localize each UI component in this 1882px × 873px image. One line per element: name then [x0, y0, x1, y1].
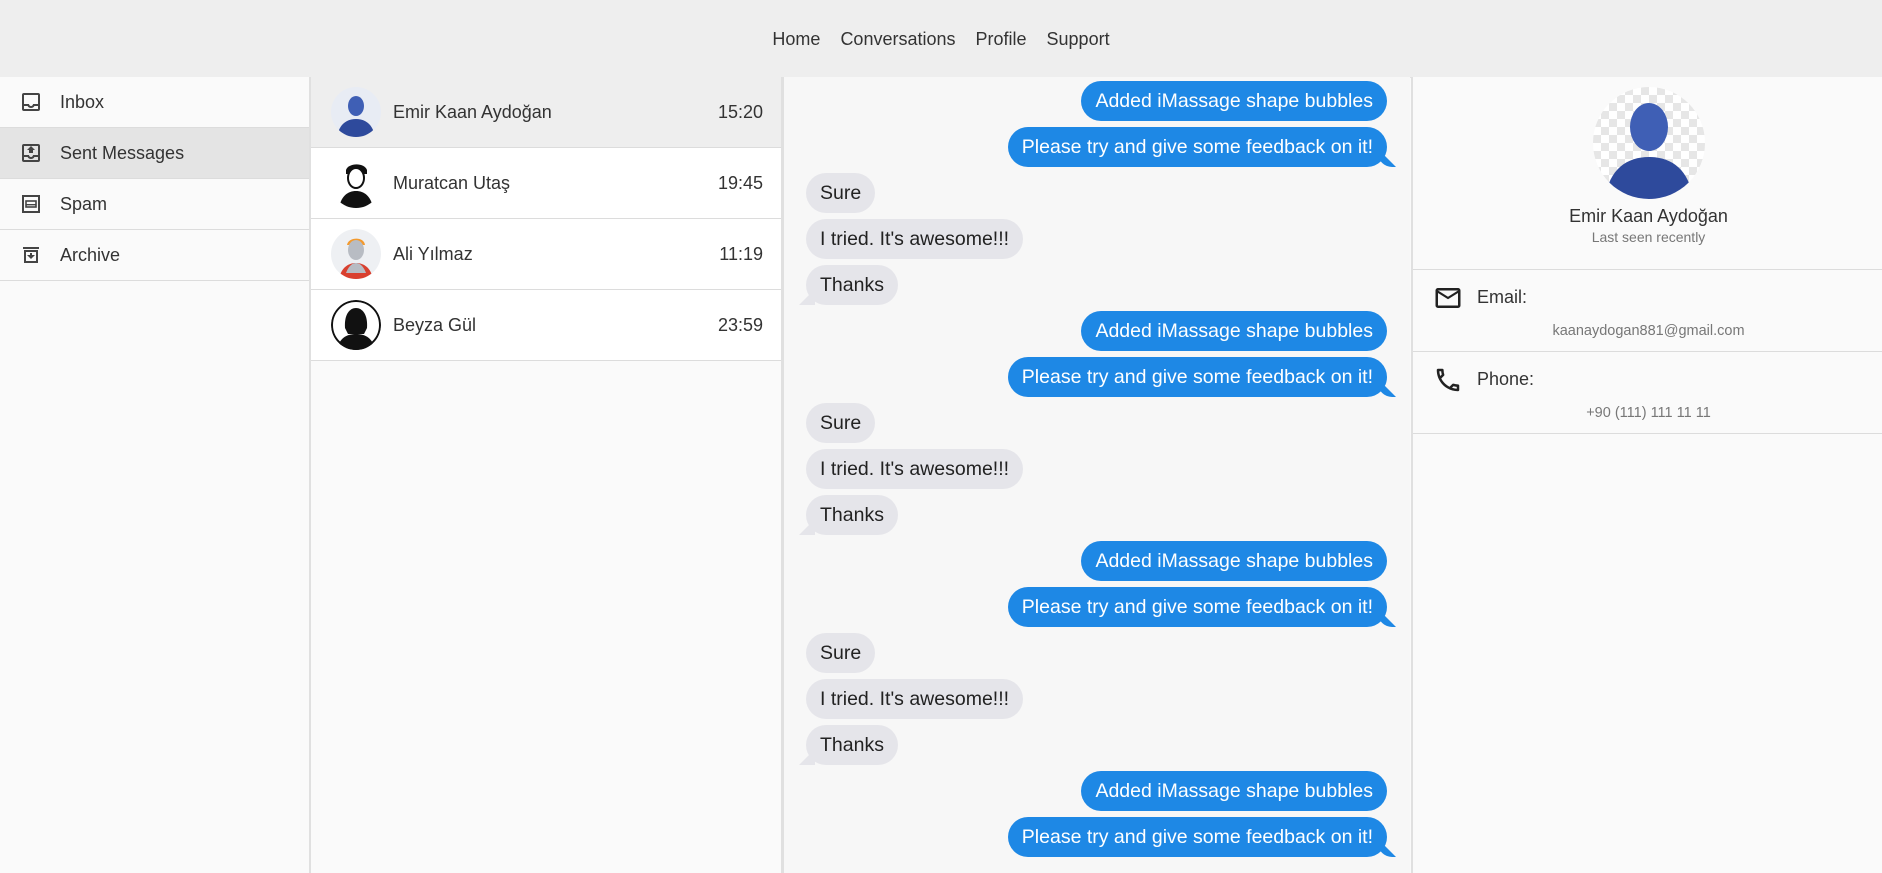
outgoing-message-bubble[interactable]: Please try and give some feedback on it!: [1007, 587, 1387, 627]
phone-icon: [1433, 365, 1463, 395]
mail-icon: [1433, 283, 1463, 313]
avatar-blue-icon: [331, 87, 381, 137]
conversation-name: Beyza Gül: [393, 314, 477, 335]
conversation-name: Ali Yılmaz: [393, 243, 473, 264]
conversation-list: Emir Kaan Aydoğan 15:20 Muratcan Utaş 19…: [311, 77, 784, 873]
incoming-message-bubble[interactable]: Thanks: [806, 495, 898, 535]
sidebar-item-archive[interactable]: Archive: [0, 230, 309, 281]
top-navigation-bar: Home Conversations Profile Support: [0, 0, 1882, 78]
main-nav: Home Conversations Profile Support: [772, 29, 1109, 50]
contact-details-panel: Emir Kaan Aydoğan Last seen recently Ema…: [1411, 77, 1882, 873]
contact-name: Emir Kaan Aydoğan: [1569, 206, 1728, 226]
incoming-message-bubble[interactable]: Thanks: [806, 725, 898, 765]
conversation-item-emir[interactable]: Emir Kaan Aydoğan 15:20: [311, 77, 781, 148]
spam-icon: [18, 191, 44, 217]
outgoing-message-bubble[interactable]: Added iMassage shape bubbles: [1081, 81, 1387, 121]
incoming-message-bubble[interactable]: I tried. It's awesome!!!: [806, 449, 1024, 489]
nav-profile-link[interactable]: Profile: [976, 29, 1027, 50]
outgoing-message-bubble[interactable]: Added iMassage shape bubbles: [1081, 311, 1387, 351]
sidebar-item-inbox[interactable]: Inbox: [0, 77, 309, 128]
avatar-woman-silhouette-icon: [331, 300, 381, 350]
chat-panel[interactable]: Added iMassage shape bubbles Please try a…: [784, 77, 1410, 873]
incoming-message-bubble[interactable]: Sure: [806, 403, 876, 443]
sidebar-item-label: Sent Messages: [60, 142, 185, 163]
incoming-message-bubble[interactable]: I tried. It's awesome!!!: [806, 219, 1024, 259]
conversation-item-beyza[interactable]: Beyza Gül 23:59: [311, 290, 781, 361]
phone-section: Phone: +90 (111) 111 11 11: [1413, 352, 1882, 434]
phone-label: Phone:: [1477, 369, 1535, 389]
avatar: [1592, 87, 1705, 199]
outgoing-message-bubble[interactable]: Please try and give some feedback on it!: [1007, 127, 1387, 167]
nav-support-link[interactable]: Support: [1047, 29, 1110, 50]
phone-value[interactable]: +90 (111) 111 11 11: [1413, 405, 1882, 421]
archive-icon: [18, 242, 44, 268]
conversation-time: 19:45: [717, 172, 763, 193]
inbox-icon: [18, 89, 44, 115]
sidebar-item-label: Spam: [60, 193, 108, 214]
outgoing-message-bubble[interactable]: Added iMassage shape bubbles: [1081, 541, 1387, 581]
conversation-time: 15:20: [717, 101, 763, 122]
contact-profile-header: Emir Kaan Aydoğan Last seen recently: [1413, 87, 1882, 270]
avatar-orange-hair-icon: [331, 229, 381, 279]
outgoing-message-bubble[interactable]: Added iMassage shape bubbles: [1081, 771, 1387, 811]
outgoing-message-bubble[interactable]: Please try and give some feedback on it!: [1007, 817, 1387, 857]
sidebar-item-sent-messages[interactable]: Sent Messages: [0, 128, 309, 179]
mailbox-sidebar: Inbox Sent Messages Spam Archive: [0, 77, 311, 873]
message-thread: Added iMassage shape bubbles Please try a…: [784, 77, 1410, 863]
outgoing-message-bubble[interactable]: Please try and give some feedback on it!: [1007, 357, 1387, 397]
incoming-message-bubble[interactable]: Sure: [806, 173, 876, 213]
incoming-message-bubble[interactable]: I tried. It's awesome!!!: [806, 679, 1024, 719]
email-value[interactable]: kaanaydogan881@gmail.com: [1413, 323, 1882, 339]
conversation-time: 23:59: [717, 314, 763, 335]
incoming-message-bubble[interactable]: Sure: [806, 633, 876, 673]
avatar-man-outline-icon: [331, 158, 381, 208]
outbox-icon: [18, 140, 44, 166]
nav-conversations-link[interactable]: Conversations: [840, 29, 955, 50]
conversation-name: Muratcan Utaş: [393, 172, 511, 193]
conversation-item-ali[interactable]: Ali Yılmaz 11:19: [311, 219, 781, 290]
email-section: Email: kaanaydogan881@gmail.com: [1413, 270, 1882, 352]
incoming-message-bubble[interactable]: Thanks: [806, 265, 898, 305]
conversation-time: 11:19: [719, 243, 763, 264]
nav-home-link[interactable]: Home: [772, 29, 820, 50]
sidebar-item-label: Archive: [60, 244, 121, 265]
sidebar-item-spam[interactable]: Spam: [0, 179, 309, 230]
conversation-item-muratcan[interactable]: Muratcan Utaş 19:45: [311, 148, 781, 219]
conversation-name: Emir Kaan Aydoğan: [393, 101, 552, 122]
last-seen-status: Last seen recently: [1591, 229, 1706, 245]
sidebar-item-label: Inbox: [60, 91, 105, 112]
email-label: Email:: [1477, 287, 1528, 307]
